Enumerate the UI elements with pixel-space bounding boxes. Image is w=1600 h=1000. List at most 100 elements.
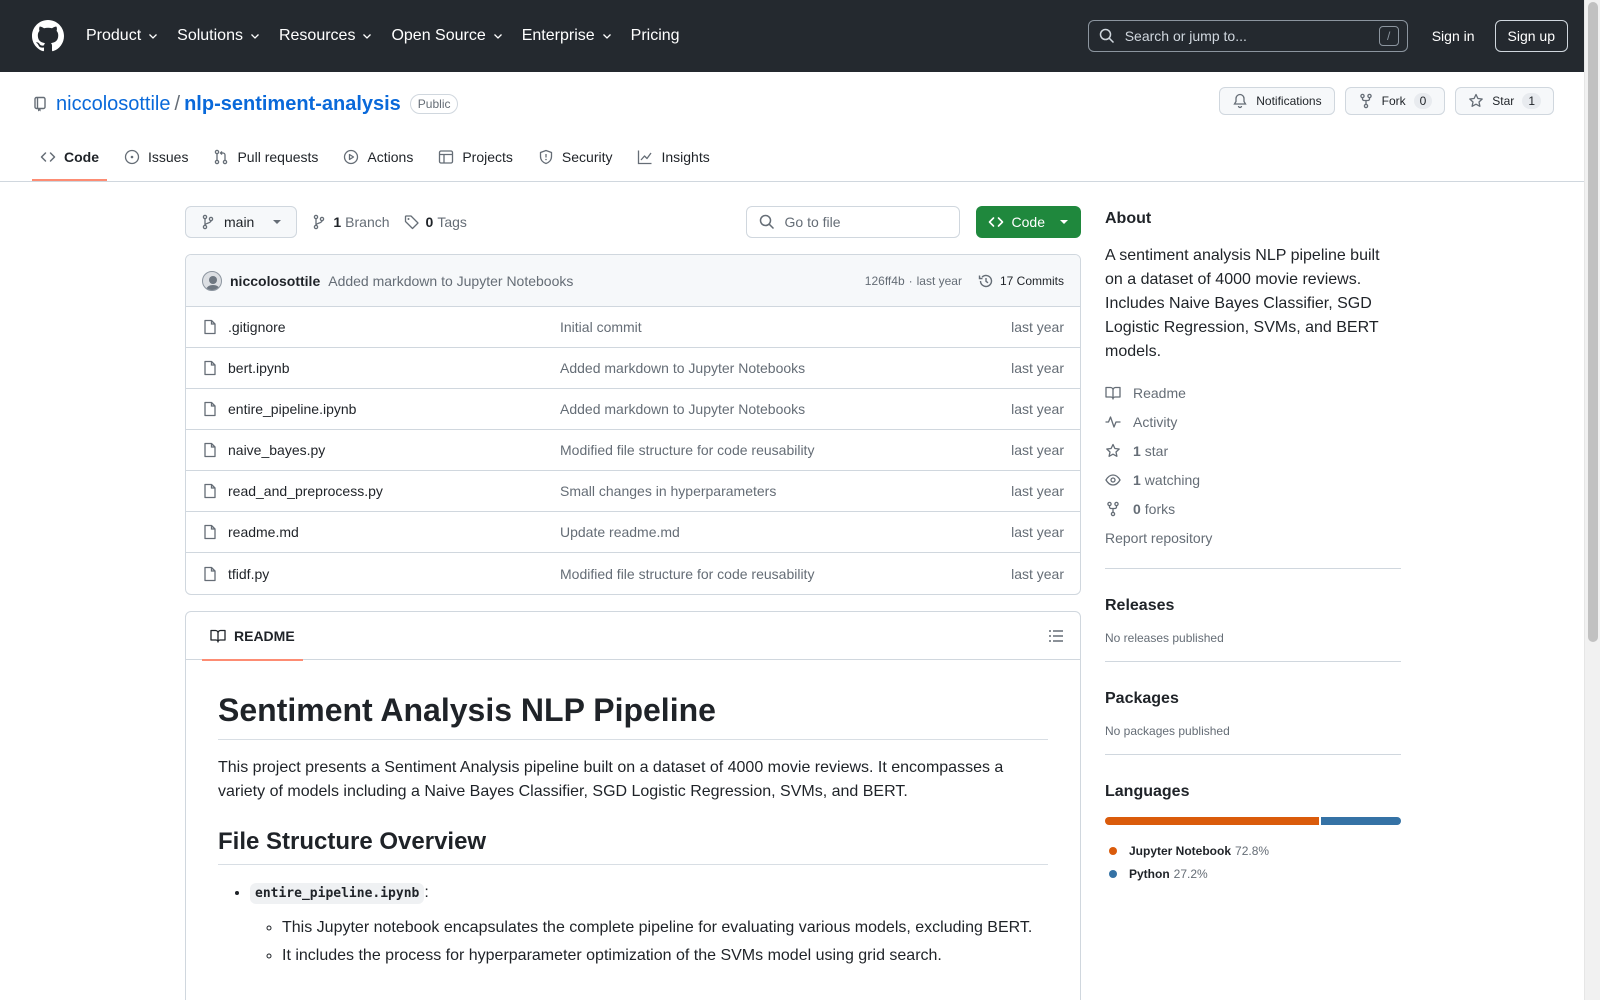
tag-icon [404,215,419,230]
caret-down-icon [1060,220,1068,224]
watchers-link[interactable]: 1 watching [1105,465,1401,494]
file-name-link[interactable]: bert.ipynb [228,360,560,376]
branch-selector-button[interactable]: main [185,206,298,238]
branch-icon [314,214,325,230]
table-row: naive_bayes.py Modified file structure fo… [186,430,1080,471]
repo-name-link[interactable]: nlp-sentiment-analysis [184,93,401,116]
file-commit-message-link[interactable]: Modified file structure for code reusabi… [560,566,1011,582]
tab-projects[interactable]: Projects [430,133,521,181]
star-button[interactable]: Star 1 [1455,87,1554,115]
file-commit-time: last year [1011,319,1064,335]
readme-title: Sentiment Analysis NLP Pipeline [218,692,1048,740]
stars-link[interactable]: 1 star [1105,436,1401,465]
chevron-down-icon [251,34,259,39]
file-name-link[interactable]: readme.md [228,524,560,540]
packages-heading[interactable]: Packages [1105,686,1401,708]
languages-heading: Languages [1105,783,1190,800]
tab-code[interactable]: Code [32,133,107,181]
tab-pull-requests[interactable]: Pull requests [205,133,326,181]
global-nav-label: Pricing [630,27,680,44]
readme-section-title: File Structure Overview [218,828,1048,865]
readme-body: Sentiment Analysis NLP Pipeline This pro… [186,660,1080,1000]
tab-label: Pull requests [237,149,319,165]
tab-security[interactable]: Security [530,133,621,181]
scrollbar-thumb[interactable] [1588,2,1598,642]
commits-count-label: 17 Commits [999,273,1064,288]
file-name-link[interactable]: entire_pipeline.ipynb [228,401,560,417]
language-bar-segment [1321,817,1401,825]
search-icon [759,214,774,230]
eye-icon [1105,473,1121,486]
commit-sha-link[interactable]: 126ff4b [865,274,905,288]
graph-icon [638,150,653,165]
forks-link[interactable]: 0 forks [1105,494,1401,523]
file-name-link[interactable]: naive_bayes.py [228,442,560,458]
file-commit-time: last year [1011,524,1064,540]
file-name-link[interactable]: .gitignore [228,319,560,335]
file-name-link[interactable]: tfidf.py [228,566,560,582]
activity-link[interactable]: Activity [1105,407,1401,436]
readme-tab[interactable]: README [202,612,303,661]
file-commit-time: last year [1011,483,1064,499]
code-dropdown-button[interactable]: Code [975,206,1081,238]
file-icon [204,360,216,376]
tab-actions[interactable]: Actions [335,133,421,181]
file-commit-time: last year [1011,565,1064,582]
sign-in-link[interactable]: Sign in [1432,28,1475,44]
global-nav-enterprise[interactable]: Enterprise [522,27,613,45]
tab-insights[interactable]: Insights [629,133,717,181]
search-placeholder: Search or jump to... [1124,28,1247,44]
page-scrollbar[interactable] [1584,0,1600,1000]
global-nav-resources[interactable]: Resources [279,27,373,45]
file-commit-message-link[interactable]: Initial commit [560,319,1011,335]
global-nav-label: Enterprise [521,27,595,44]
global-nav-open-source[interactable]: Open Source [391,27,503,45]
commits-history-link[interactable]: 17 Commits [978,273,1064,289]
commit-author-link[interactable]: niccolosottile [230,273,320,289]
global-nav-solutions[interactable]: Solutions [177,27,261,45]
tab-label: Security [561,149,613,165]
file-commit-message-link[interactable]: Added markdown to Jupyter Notebooks [560,401,1011,417]
languages-list: Jupyter Notebook 72.8% Python 27.2% [1105,839,1401,885]
file-table: niccolosottile Added markdown to Jupyter… [185,254,1081,595]
global-nav-label: Product [86,27,142,44]
github-logo-icon[interactable] [32,20,64,52]
history-icon [978,274,993,287]
table-row: read_and_preprocess.py Small changes in h… [186,471,1080,512]
fork-button[interactable]: Fork 0 [1344,87,1446,115]
file-commit-message-link[interactable]: Added markdown to Jupyter Notebooks [560,360,1011,376]
file-commit-time: last year [1011,360,1064,376]
language-item[interactable]: Python 27.2% [1105,862,1401,885]
branches-link[interactable]: 1 Branch [311,214,390,230]
file-name-link[interactable]: read_and_preprocess.py [228,483,560,499]
bell-icon [1233,93,1247,109]
file-commit-message-link[interactable]: Small changes in hyperparameters [560,483,1011,499]
sign-up-button[interactable]: Sign up [1494,20,1568,52]
global-nav-pricing[interactable]: Pricing [631,27,680,45]
visibility-badge: Public [409,94,459,114]
repo-actions: Notifications Fork 0 Star 1 [1209,87,1554,115]
notifications-button[interactable]: Notifications [1219,87,1335,115]
file-commit-message-link[interactable]: Modified file structure for code reusabi… [560,442,1011,458]
global-nav-product[interactable]: Product [86,27,159,45]
go-to-file-input[interactable]: Go to file [745,206,960,238]
repo-owner-link[interactable]: niccolosottile [56,93,171,116]
releases-empty-text: No releases published [1105,631,1224,645]
releases-heading[interactable]: Releases [1105,593,1401,615]
commit-message-link[interactable]: Added markdown to Jupyter Notebooks [328,273,573,289]
global-search-input[interactable]: Search or jump to... / [1087,20,1408,52]
report-repository-link[interactable]: Report repository [1105,523,1401,552]
readme-link[interactable]: Readme [1105,378,1401,407]
fork-icon [1359,93,1372,109]
tab-issues[interactable]: Issues [116,133,196,181]
tags-link[interactable]: 0 Tags [404,214,467,230]
file-commit-message-link[interactable]: Update readme.md [560,524,1011,540]
code-icon [40,152,56,162]
branch-name: main [224,214,255,230]
language-item[interactable]: Jupyter Notebook 72.8% [1105,839,1401,862]
list-icon[interactable] [1048,628,1064,644]
tab-label: Actions [367,149,414,165]
avatar[interactable] [202,270,222,291]
list-item-colon: : [424,884,429,901]
code-button-label: Code [1011,214,1045,230]
